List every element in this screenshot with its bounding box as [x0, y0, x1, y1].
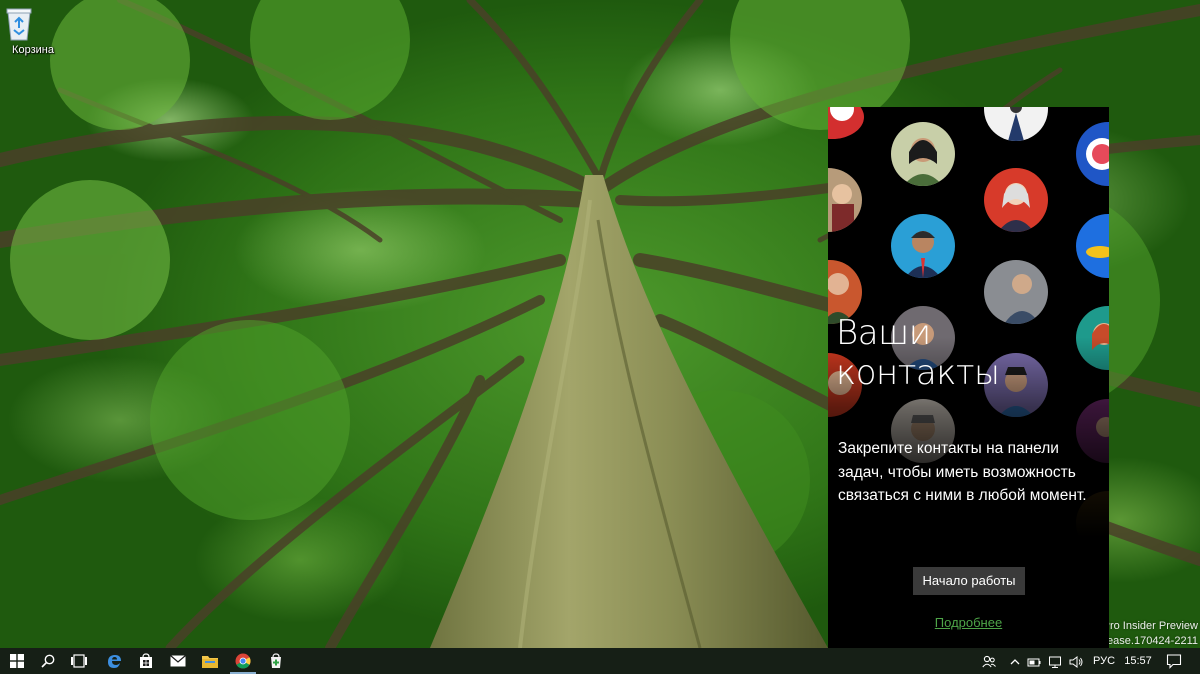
contact-avatar [891, 122, 955, 186]
flyout-title-line1: Ваши [836, 313, 931, 353]
file-explorer-taskbar-button[interactable] [194, 648, 226, 674]
store-taskbar-button[interactable] [130, 648, 162, 674]
mail-icon [170, 655, 186, 667]
chrome-taskbar-button[interactable] [226, 648, 260, 674]
input-language-indicator[interactable]: РУС [1090, 648, 1118, 674]
edge-icon [108, 655, 121, 668]
green-app-icon [271, 653, 281, 668]
edge-taskbar-button[interactable] [98, 648, 130, 674]
start-button[interactable] [0, 648, 34, 674]
contact-avatar [984, 168, 1048, 232]
people-icon[interactable] [982, 654, 996, 668]
windows-logo-icon [10, 654, 24, 668]
show-hidden-icons-chevron-icon[interactable] [1008, 654, 1022, 668]
volume-icon[interactable] [1069, 654, 1083, 668]
flyout-title: Ваши контакты [836, 313, 1106, 393]
contact-avatar [891, 214, 955, 278]
flyout-description: Закрепите контакты на панели задач, чтоб… [838, 440, 1087, 504]
pinned-app-taskbar-button[interactable] [260, 648, 292, 674]
action-center-icon[interactable] [1166, 653, 1182, 669]
learn-more-link[interactable]: Подробнее [828, 615, 1109, 630]
task-view-icon [71, 654, 87, 668]
folder-icon [202, 656, 218, 668]
recycle-bin-icon [6, 6, 48, 42]
flyout-title-line2: контакты [836, 353, 1000, 393]
search-icon [41, 654, 55, 668]
get-started-button[interactable]: Начало работы [913, 567, 1025, 595]
clock[interactable]: 15:57 [1122, 648, 1154, 674]
contact-avatar [984, 107, 1048, 141]
taskbar: РУС 15:57 [0, 648, 1200, 674]
contact-avatar [1076, 122, 1109, 186]
contact-avatar [828, 168, 862, 232]
chrome-icon [235, 653, 251, 669]
mail-taskbar-button[interactable] [162, 648, 194, 674]
recycle-bin-label: Корзина [12, 44, 54, 56]
battery-icon[interactable] [1027, 654, 1041, 668]
people-flyout: Ваши контакты Закрепите контакты на пане… [828, 107, 1109, 648]
task-view-button[interactable] [64, 648, 94, 674]
search-button[interactable] [34, 648, 62, 674]
network-icon[interactable] [1048, 654, 1062, 668]
recycle-bin-shortcut[interactable]: Корзина [4, 6, 62, 56]
contact-avatar [1076, 214, 1109, 278]
store-icon [140, 653, 152, 668]
contact-avatar [828, 107, 864, 139]
